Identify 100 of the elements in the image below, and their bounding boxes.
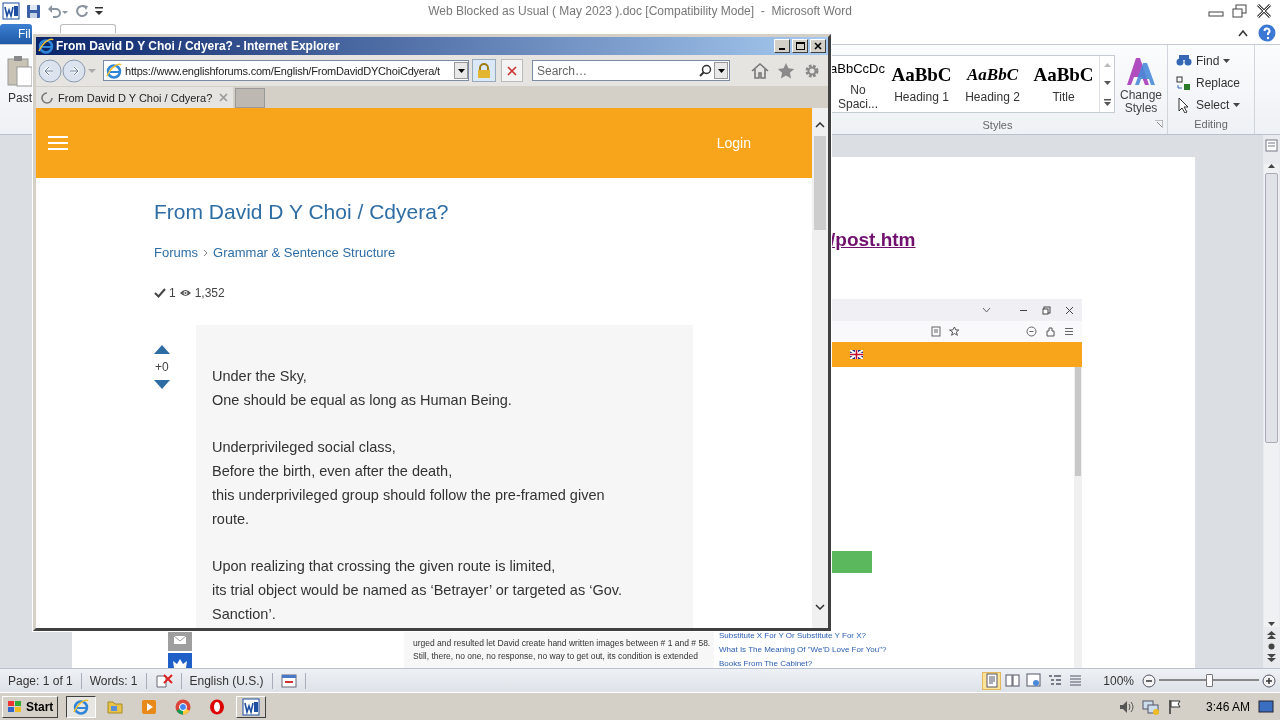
browser-tab[interactable]: From David D Y Choi / Cdyera?: [36, 87, 233, 108]
chevron-down-icon[interactable]: [982, 307, 991, 313]
file-tab[interactable]: Fil: [0, 24, 32, 44]
star-icon[interactable]: [949, 326, 960, 337]
paste-label[interactable]: Past: [8, 91, 32, 105]
customize-icon[interactable]: [95, 5, 104, 17]
search-icon[interactable]: [699, 64, 712, 77]
restore-icon[interactable]: [1232, 4, 1248, 18]
dropdown-icon[interactable]: [717, 68, 725, 73]
group-label: Editing: [1194, 118, 1228, 130]
windows-icon: [7, 699, 23, 714]
upvote-icon[interactable]: [154, 345, 170, 354]
scroll-thumb[interactable]: [1265, 173, 1278, 443]
next-page-icon[interactable]: [1267, 654, 1276, 662]
style-preset[interactable]: AaBbC Heading 1: [886, 56, 957, 112]
close-icon: [814, 42, 822, 50]
more-icon[interactable]: [1103, 98, 1111, 106]
reader-view-icon[interactable]: [931, 326, 941, 337]
proofing-icon[interactable]: [154, 672, 173, 689]
start-button[interactable]: Start: [2, 695, 59, 718]
flag-icon[interactable]: [850, 350, 863, 359]
zoom-out-icon[interactable]: [1142, 673, 1156, 688]
print-layout-view-icon: [984, 673, 1000, 688]
stop-button[interactable]: [501, 59, 523, 82]
scrollbar[interactable]: [1263, 135, 1280, 668]
hyperlink[interactable]: /post.htm: [830, 229, 916, 251]
check-icon: [154, 288, 166, 298]
redo-icon[interactable]: [75, 4, 89, 18]
macro-icon[interactable]: [280, 673, 297, 688]
scrollbar[interactable]: [812, 108, 828, 628]
flag-icon[interactable]: [1167, 698, 1182, 715]
full-screen-view-button[interactable]: [1003, 671, 1023, 690]
close-button[interactable]: [810, 39, 826, 53]
related-link[interactable]: Books From The Cabinet?: [719, 659, 904, 668]
maximize-button[interactable]: [792, 39, 808, 53]
breadcrumb-link[interactable]: Forums: [154, 244, 199, 262]
word-icon[interactable]: [2, 2, 20, 20]
dialog-launcher-icon[interactable]: [1155, 120, 1163, 128]
zoom-level[interactable]: 100%: [1085, 673, 1142, 688]
post-text-line: Under the Sky,: [212, 367, 308, 386]
collapse-ribbon-icon[interactable]: [1238, 29, 1248, 37]
text-line: urged and resulted let David create hand written images between # 1 and # 58.: [413, 637, 712, 649]
post-text-line: Underprivileged social class,: [212, 438, 397, 457]
dropdown-icon[interactable]: [457, 68, 465, 73]
paste-icon[interactable]: [7, 55, 33, 87]
search-input[interactable]: Search…: [537, 62, 697, 79]
zoom-in-icon[interactable]: [1262, 673, 1276, 688]
ie-icon: [72, 697, 91, 716]
minimize-button[interactable]: [774, 39, 790, 53]
scrollbar[interactable]: [1074, 367, 1082, 668]
scroll-down-icon: [1268, 622, 1275, 627]
replace-icon: [1176, 74, 1192, 91]
previous-page-icon[interactable]: [1267, 631, 1276, 639]
close-icon[interactable]: [1065, 305, 1074, 315]
search-field[interactable]: Search…: [532, 60, 730, 81]
show-desktop-icon[interactable]: [1258, 699, 1274, 714]
slider-thumb[interactable]: [1206, 674, 1213, 687]
related-link[interactable]: What Is The Meaning Of "We'D Love For You"?: [719, 645, 904, 655]
scroll-down-icon[interactable]: [1103, 80, 1111, 86]
outline-view-icon: [1047, 673, 1063, 688]
security-button[interactable]: [472, 59, 496, 82]
post-text-line: this underprivileged group should follow the pre-framed given: [212, 486, 606, 505]
ie-icon[interactable]: [38, 38, 54, 54]
star-icon[interactable]: [777, 61, 795, 79]
help-icon[interactable]: [1258, 24, 1276, 42]
language-indicator[interactable]: English (U.S.): [189, 673, 264, 688]
scroll-thumb[interactable]: [814, 136, 826, 230]
menu-icon[interactable]: [1064, 327, 1074, 336]
page-count[interactable]: Page: 1 of 1: [8, 673, 73, 688]
find-button[interactable]: Find: [1174, 51, 1254, 70]
taskbar-button[interactable]: [66, 695, 97, 718]
style-preset[interactable]: AaBbC Heading 2: [957, 56, 1028, 112]
word-count[interactable]: Words: 1: [89, 673, 138, 688]
style-preset[interactable]: AaBbC Title: [1028, 56, 1099, 112]
web-view-button[interactable]: [1024, 671, 1044, 690]
shield-icon[interactable]: [1026, 326, 1037, 337]
post-text-line: Before the birth, even after the death,: [212, 462, 454, 481]
home-icon[interactable]: [751, 61, 769, 79]
replace-button[interactable]: Replace: [1174, 73, 1254, 92]
related-link[interactable]: Substitute X For Y Or Substitute Y For X?: [719, 631, 904, 641]
save-icon[interactable]: [26, 3, 41, 19]
select-button[interactable]: Select: [1174, 95, 1254, 114]
breadcrumb-link[interactable]: Grammar & Sentence Structure: [213, 244, 396, 262]
clock[interactable]: 3:46 AM: [1205, 699, 1250, 714]
scroll-thumb[interactable]: [1075, 367, 1081, 476]
forward-icon[interactable]: [62, 58, 86, 83]
styles-icon: [1125, 55, 1157, 87]
network-icon[interactable]: [1141, 698, 1160, 715]
window-title: From David D Y Choi / Cdyera? - Internet Explorer: [56, 39, 340, 53]
restore-icon[interactable]: [1042, 305, 1051, 315]
print-layout-view-button[interactable]: [982, 671, 1002, 690]
downvote-icon[interactable]: [154, 380, 170, 389]
extension-icon[interactable]: [1045, 326, 1056, 337]
address-bar[interactable]: https://www.englishforums.com/English/FromDavidDYChoiCdyera/t: [103, 60, 469, 81]
undo-icon[interactable]: [47, 4, 69, 18]
change-styles-button[interactable]: Change Styles: [1115, 55, 1167, 115]
browse-object-icon[interactable]: [1268, 643, 1275, 650]
ruler-icon[interactable]: [1265, 139, 1278, 152]
style-preset[interactable]: aBbCcDc No Spaci...: [828, 56, 886, 112]
close-icon[interactable]: [1256, 4, 1272, 18]
